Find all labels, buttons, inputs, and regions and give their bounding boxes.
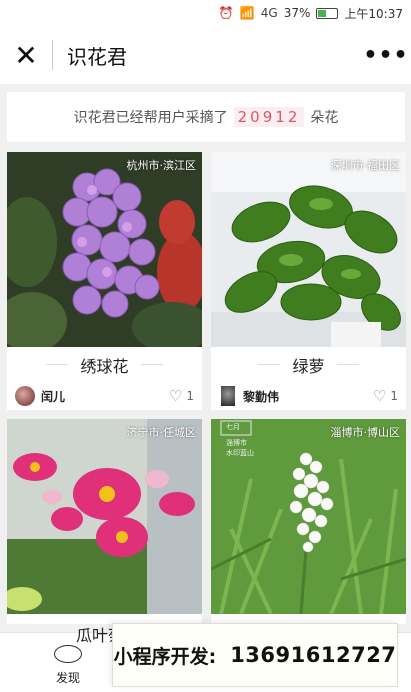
user-name: 闰儿 xyxy=(41,389,66,404)
stamp-line: 淄博市 xyxy=(226,439,247,447)
location-label: 杭州市·滨江区 xyxy=(126,159,197,172)
more-menu-icon[interactable]: ••• xyxy=(361,26,411,84)
stamp-line: 七月 xyxy=(226,423,240,431)
nav-divider xyxy=(52,40,53,70)
developer-phone: 13691612727 xyxy=(230,643,397,667)
user-row: 黎勤伟 ♡ 1 xyxy=(211,382,406,410)
stats-banner: 识花君已经帮用户采摘了 20912 朵花 xyxy=(7,92,405,142)
flower-count: 20912 xyxy=(233,107,305,127)
flower-card[interactable]: 济宁市·任城区 xyxy=(7,419,202,624)
developer-label: 小程序开发: xyxy=(113,645,217,668)
flower-name: 绿萝 xyxy=(211,347,406,382)
wifi-icon: 📶 xyxy=(239,6,255,20)
location-label: 济宁市·任城区 xyxy=(126,426,197,439)
banner-suffix: 朵花 xyxy=(310,110,339,126)
flower-photo[interactable]: 杭州市·滨江区 xyxy=(7,152,202,347)
signal-label: 4G xyxy=(260,6,278,20)
close-icon[interactable]: ✕ xyxy=(0,26,52,84)
photo-stamp: 七月 淄博市 水印蓝山 xyxy=(226,422,254,458)
clock: 上午10:37 xyxy=(344,6,403,21)
flower-photo[interactable]: 七月 淄博市 水印蓝山 淄博市·博山区 xyxy=(211,419,406,614)
avatar xyxy=(221,386,235,406)
like-count: 1 xyxy=(186,389,194,403)
user-row: 闰儿 ♡ 1 xyxy=(7,382,202,410)
discover-icon xyxy=(54,645,82,663)
nav-bar: ✕ 识花君 ••• xyxy=(0,26,411,84)
tab-discover-label: 发现 xyxy=(55,671,80,685)
flower-card[interactable]: 杭州市·滨江区 绣球花 闰儿 ♡ 1 xyxy=(7,152,202,410)
location-label: 淄博市·博山区 xyxy=(330,426,401,439)
status-bar: ⏰ 📶 4G 37% 上午10:37 xyxy=(0,0,411,26)
flower-photo[interactable]: 济宁市·任城区 xyxy=(7,419,202,614)
flower-name: 绣球花 xyxy=(7,347,202,382)
like-count: 1 xyxy=(390,389,398,403)
heart-icon: ♡ xyxy=(372,387,387,405)
avatar xyxy=(15,386,35,406)
flower-photo[interactable]: 深圳市·福田区 xyxy=(211,152,406,347)
battery-icon xyxy=(316,7,339,19)
flower-card[interactable]: 深圳市·福田区 绿萝 黎勤伟 ♡ 1 xyxy=(211,152,406,410)
location-label: 深圳市·福田区 xyxy=(330,159,401,172)
banner-prefix: 识花君已经帮用户采摘了 xyxy=(73,110,228,126)
stamp-line: 水印蓝山 xyxy=(226,449,254,457)
user-name: 黎勤伟 xyxy=(243,389,280,404)
alarm-icon: ⏰ xyxy=(218,6,234,20)
battery-percent: 37% xyxy=(283,6,311,20)
tab-discover[interactable]: 发现 xyxy=(40,639,96,689)
like-button[interactable]: ♡ 1 xyxy=(169,387,194,405)
page-title: 识花君 xyxy=(67,44,127,69)
developer-badge: 小程序开发: 13691612727 xyxy=(112,623,398,687)
flower-card[interactable]: 七月 淄博市 水印蓝山 淄博市·博山区 xyxy=(211,419,406,624)
heart-icon: ♡ xyxy=(168,387,183,405)
like-button[interactable]: ♡ 1 xyxy=(373,387,398,405)
